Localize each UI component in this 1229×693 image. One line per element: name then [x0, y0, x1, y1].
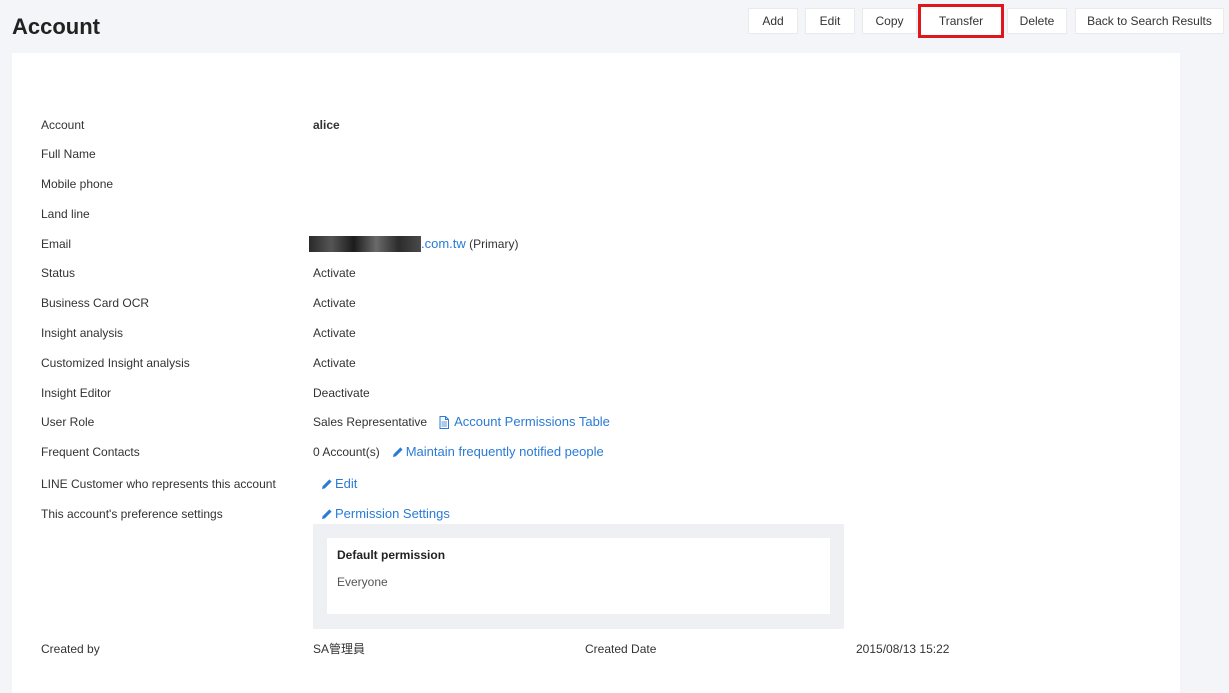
redacted-email-mask	[309, 236, 421, 252]
created-date-label: Created Date	[585, 642, 657, 656]
email-primary-tag: (Primary)	[469, 237, 519, 251]
frequent-contacts-label: Frequent Contacts	[41, 445, 140, 459]
custom-insight-value: Activate	[313, 356, 356, 370]
row-status: Status Activate	[12, 263, 1180, 283]
row-insight-editor: Insight Editor Deactivate	[12, 383, 1180, 403]
row-account: Account alice	[12, 115, 1180, 135]
maintain-frequent-link[interactable]: Maintain frequently notified people	[392, 442, 604, 462]
toolbar: Add Edit Copy Transfer Delete Back to Se…	[0, 4, 1229, 38]
insight-value: Activate	[313, 326, 356, 340]
transfer-button[interactable]: Transfer	[918, 4, 1004, 38]
copy-button[interactable]: Copy	[862, 8, 917, 34]
insight-editor-value: Deactivate	[313, 386, 370, 400]
pencil-icon	[392, 447, 403, 457]
row-line-customer: LINE Customer who represents this accoun…	[12, 474, 1180, 494]
row-insight-analysis: Insight analysis Activate	[12, 323, 1180, 343]
default-permission-card: Default permission Everyone	[327, 538, 830, 614]
line-customer-edit-label: Edit	[335, 476, 358, 491]
account-label: Account	[41, 118, 85, 132]
pencil-icon	[322, 509, 332, 519]
default-permission-title: Default permission	[337, 548, 446, 562]
created-date-value: 2015/08/13 15:22	[856, 642, 950, 656]
row-landline: Land line	[12, 204, 1180, 224]
line-customer-label: LINE Customer who represents this accoun…	[41, 477, 276, 491]
email-value: .com.tw (Primary)	[309, 234, 518, 254]
row-mobile: Mobile phone	[12, 174, 1180, 194]
preference-settings-label: This account's preference settings	[41, 507, 223, 521]
insight-label: Insight analysis	[41, 326, 124, 340]
account-value: alice	[313, 118, 340, 132]
row-business-card-ocr: Business Card OCR Activate	[12, 293, 1180, 313]
maintain-frequent-label: Maintain frequently notified people	[405, 444, 604, 459]
pencil-icon	[322, 479, 332, 489]
row-frequent-contacts: Frequent Contacts 0 Account(s) Maintain …	[12, 442, 1180, 462]
account-permissions-table-link[interactable]: Account Permissions Table	[427, 412, 610, 432]
default-permission-panel: Default permission Everyone	[313, 524, 844, 629]
user-role-label: User Role	[41, 415, 95, 429]
email-label: Email	[41, 237, 72, 251]
preference-settings-value: Permission Settings	[321, 504, 450, 524]
status-label: Status	[41, 266, 76, 280]
custom-insight-label: Customized Insight analysis	[41, 356, 190, 370]
created-by-value: SA管理員	[313, 642, 366, 656]
user-role-text: Sales Representative	[313, 415, 428, 429]
add-button[interactable]: Add	[748, 8, 798, 34]
landline-label: Land line	[41, 207, 90, 221]
line-customer-value: Edit	[321, 474, 357, 494]
frequent-contacts-value: 0 Account(s) Maintain frequently notifie…	[313, 442, 604, 462]
mobile-label: Mobile phone	[41, 177, 114, 191]
permission-settings-label: Permission Settings	[335, 506, 450, 521]
frequent-contacts-count: 0 Account(s)	[313, 445, 380, 459]
status-value: Activate	[313, 266, 356, 280]
document-icon	[439, 415, 450, 429]
edit-button[interactable]: Edit	[805, 8, 855, 34]
row-full-name: Full Name	[12, 144, 1180, 164]
ocr-value: Activate	[313, 296, 356, 310]
line-customer-edit-link[interactable]: Edit	[321, 474, 357, 494]
user-role-value: Sales Representative Account Permissions…	[313, 412, 610, 432]
delete-button[interactable]: Delete	[1007, 8, 1067, 34]
row-email: Email .com.tw (Primary)	[12, 234, 1180, 254]
permission-settings-link[interactable]: Permission Settings	[321, 504, 450, 524]
account-permissions-table-label: Account Permissions Table	[454, 414, 610, 429]
back-to-search-results-button[interactable]: Back to Search Results	[1075, 8, 1224, 34]
row-created: Created by SA管理員 Created Date 2015/08/13…	[12, 639, 1180, 659]
default-permission-value: Everyone	[337, 575, 388, 589]
email-link[interactable]: .com.tw	[421, 234, 466, 254]
created-by-label: Created by	[41, 642, 100, 656]
account-detail-card: Account alice Full Name Mobile phone Lan…	[12, 53, 1180, 693]
full-name-label: Full Name	[41, 147, 96, 161]
row-user-role: User Role Sales Representative Account P…	[12, 412, 1180, 432]
row-preference-settings: This account's preference settings Permi…	[12, 504, 1180, 524]
ocr-label: Business Card OCR	[41, 296, 150, 310]
insight-editor-label: Insight Editor	[41, 386, 112, 400]
row-customized-insight: Customized Insight analysis Activate	[12, 353, 1180, 373]
